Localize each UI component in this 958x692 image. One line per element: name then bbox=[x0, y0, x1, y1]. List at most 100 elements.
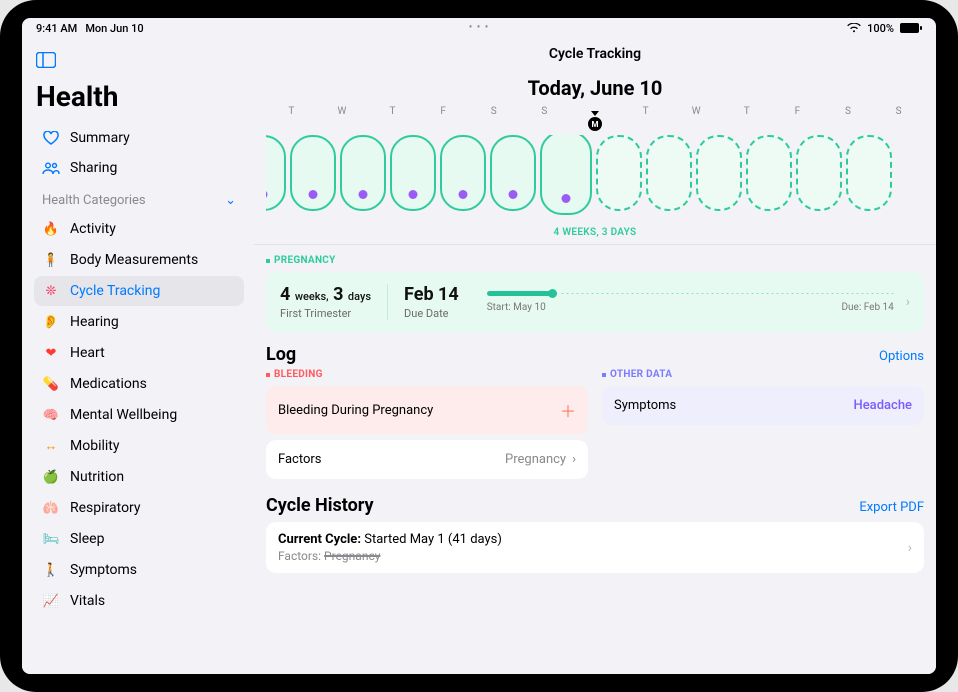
log-dot-icon bbox=[509, 190, 518, 199]
status-bar: 9:41 AM Mon Jun 10 • • • 100% bbox=[22, 18, 936, 38]
cycle-day-pill[interactable] bbox=[290, 135, 336, 211]
cycle-day-pill[interactable] bbox=[746, 135, 792, 211]
vitals-icon: 📈 bbox=[42, 594, 60, 609]
cal-day-letter: S bbox=[468, 106, 519, 117]
chevron-down-icon: ⌄ bbox=[225, 193, 236, 208]
heart-outline-icon bbox=[42, 131, 60, 145]
battery-icon bbox=[900, 23, 922, 33]
lungs-icon: 🫁 bbox=[42, 501, 60, 516]
sidebar-item-mobility[interactable]: ↔ Mobility bbox=[34, 431, 244, 461]
sidebar-item-cycle-tracking[interactable]: ❊Cycle Tracking bbox=[34, 276, 244, 306]
wifi-icon bbox=[847, 23, 861, 33]
cycle-day-pill[interactable] bbox=[440, 135, 486, 211]
categories-header-label: Health Categories bbox=[42, 193, 146, 208]
calendar-strip[interactable]: TWTFSSMTWTFSS 4 WEEKS, 3 DAYS bbox=[266, 106, 924, 242]
sidebar-item-symptoms[interactable]: 🚶Symptoms bbox=[34, 555, 244, 585]
chevron-right-icon: › bbox=[572, 452, 576, 467]
chevron-right-icon: › bbox=[906, 294, 910, 310]
log-dot-icon bbox=[459, 190, 468, 199]
cycle-day-pill[interactable] bbox=[646, 135, 692, 211]
gestation-value: 4 weeks, 3 days bbox=[280, 284, 371, 305]
sidebar-item-label: Cycle Tracking bbox=[70, 283, 160, 299]
cycle-day-pill[interactable] bbox=[846, 135, 892, 211]
sidebar-item-vitals[interactable]: 📈 Vitals bbox=[34, 586, 244, 616]
cycle-history-card[interactable]: Current Cycle: Started May 1 (41 days) F… bbox=[266, 522, 924, 573]
factors-card[interactable]: Factors Pregnancy › bbox=[266, 440, 588, 479]
heart-fill-icon: ❤ bbox=[42, 346, 60, 361]
sidebar-item-summary[interactable]: Summary bbox=[34, 123, 244, 153]
due-date-label: Due Date bbox=[404, 307, 459, 320]
app-title: Health bbox=[36, 80, 244, 113]
sidebar-toggle-icon[interactable] bbox=[36, 52, 244, 72]
due-date-value: Feb 14 bbox=[404, 284, 459, 305]
bleeding-card-label: Bleeding During Pregnancy bbox=[278, 403, 433, 418]
cal-day-letter: T bbox=[367, 106, 418, 117]
factors-label: Factors bbox=[278, 452, 322, 467]
sidebar-item-label: Respiratory bbox=[70, 500, 141, 516]
cal-day-letter: W bbox=[671, 106, 722, 117]
mobility-icon: ↔ bbox=[42, 438, 60, 454]
sidebar-item-sharing[interactable]: Sharing bbox=[34, 153, 244, 183]
people-icon bbox=[42, 162, 60, 175]
cycle-day-pill[interactable] bbox=[696, 135, 742, 211]
cycle-day-pill[interactable] bbox=[796, 135, 842, 211]
battery-pct: 100% bbox=[867, 22, 894, 35]
cycle-day-pill[interactable] bbox=[340, 135, 386, 211]
cycle-day-pill[interactable] bbox=[390, 135, 436, 211]
cal-day-letter: T bbox=[620, 106, 671, 117]
cycle-day-pill[interactable] bbox=[596, 135, 642, 211]
sidebar-item-mental-wellbeing[interactable]: 🧠Mental Wellbeing bbox=[34, 400, 244, 430]
cycle-history-header: Cycle History bbox=[266, 495, 374, 516]
divider bbox=[254, 244, 936, 245]
cal-day-letter: M bbox=[570, 106, 621, 117]
device-frame: 9:41 AM Mon Jun 10 • • • 100% Health Sum… bbox=[0, 0, 958, 692]
today-badge: M bbox=[588, 117, 602, 131]
page-title: Cycle Tracking bbox=[266, 46, 924, 62]
pregnancy-tag: PREGNANCY bbox=[266, 255, 924, 266]
export-pdf-link[interactable]: Export PDF bbox=[859, 500, 924, 515]
progress-end-label: Due: Feb 14 bbox=[841, 302, 893, 313]
symptoms-card[interactable]: Symptoms Headache bbox=[602, 386, 924, 425]
sidebar-item-body-measurements[interactable]: 🧍Body Measurements bbox=[34, 245, 244, 275]
sidebar-item-respiratory[interactable]: 🫁 Respiratory bbox=[34, 493, 244, 523]
plus-icon[interactable]: ＋ bbox=[560, 398, 576, 422]
bleeding-card[interactable]: Bleeding During Pregnancy ＋ bbox=[266, 386, 588, 434]
options-link[interactable]: Options bbox=[879, 349, 924, 364]
bed-icon: 🛏 bbox=[42, 532, 60, 547]
chevron-right-icon: › bbox=[908, 540, 912, 556]
sidebar-item-medications[interactable]: 💊Medications bbox=[34, 369, 244, 399]
pregnancy-card[interactable]: 4 weeks, 3 days First Trimester Feb 14 D… bbox=[266, 272, 924, 332]
symptoms-label: Symptoms bbox=[614, 398, 676, 413]
cal-day-letter: W bbox=[317, 106, 368, 117]
bleeding-tag: BLEEDING bbox=[266, 369, 588, 380]
sidebar-item-heart[interactable]: ❤ Heart bbox=[34, 338, 244, 368]
cal-day-letter: F bbox=[418, 106, 469, 117]
sidebar-item-label: Sleep bbox=[70, 531, 104, 547]
log-dot-icon bbox=[359, 190, 368, 199]
cycle-day-pill[interactable] bbox=[540, 135, 592, 215]
log-dot-icon bbox=[309, 190, 318, 199]
screen: 9:41 AM Mon Jun 10 • • • 100% Health Sum… bbox=[22, 18, 936, 674]
gestation-stage: First Trimester bbox=[280, 307, 371, 320]
pregnancy-progress: Start: May 10 Due: Feb 14 bbox=[487, 291, 894, 313]
cycle-day-pill[interactable] bbox=[266, 135, 286, 211]
sidebar-item-nutrition[interactable]: 🍏 Nutrition bbox=[34, 462, 244, 492]
progress-start-label: Start: May 10 bbox=[487, 302, 546, 313]
apple-icon: 🍏 bbox=[42, 470, 60, 485]
multitask-handle[interactable]: • • • bbox=[469, 22, 489, 33]
sidebar-item-label: Mobility bbox=[70, 438, 120, 454]
today-heading: Today, June 10 bbox=[266, 76, 924, 100]
sidebar-item-hearing[interactable]: 👂Hearing bbox=[34, 307, 244, 337]
sidebar-item-label: Heart bbox=[70, 345, 105, 361]
sidebar-item-label: Sharing bbox=[70, 160, 117, 176]
brain-icon: 🧠 bbox=[42, 408, 60, 423]
categories-header[interactable]: Health Categories ⌄ bbox=[34, 183, 244, 214]
pill-icon: 💊 bbox=[42, 377, 60, 392]
content: Cycle Tracking Today, June 10 TWTFSSMTWT… bbox=[254, 38, 936, 674]
sidebar-item-activity[interactable]: 🔥Activity bbox=[34, 214, 244, 244]
sidebar-item-sleep[interactable]: 🛏 Sleep bbox=[34, 524, 244, 554]
sidebar-item-label: Vitals bbox=[70, 593, 105, 609]
cal-day-letter: S bbox=[823, 106, 874, 117]
sidebar-item-label: Nutrition bbox=[70, 469, 124, 485]
cycle-day-pill[interactable] bbox=[490, 135, 536, 211]
